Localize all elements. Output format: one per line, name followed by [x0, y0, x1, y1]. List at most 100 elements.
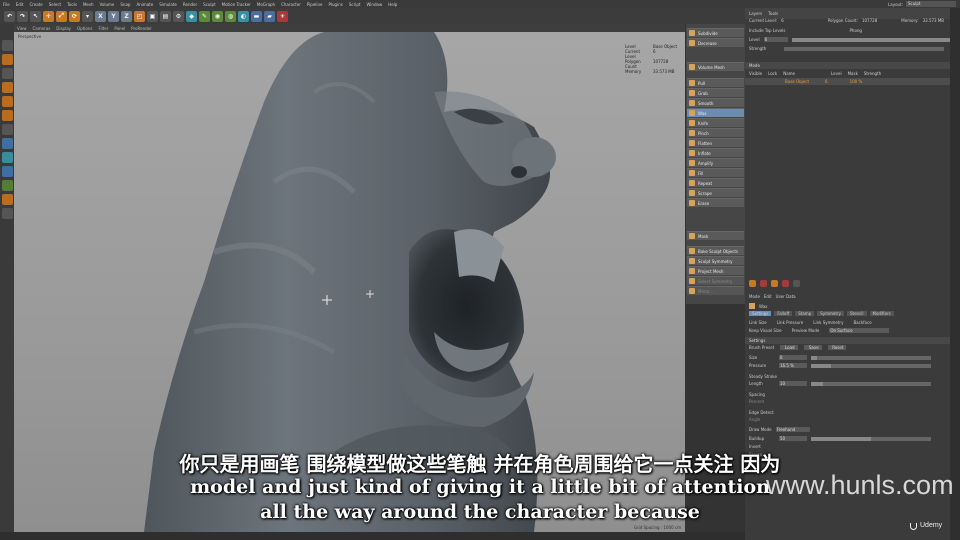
coordinate-system-icon[interactable]: ◰ [134, 10, 145, 22]
add-layer-icon[interactable] [749, 280, 756, 287]
polygons-mode-icon[interactable] [1, 110, 13, 121]
menu-edit[interactable]: Edit [13, 2, 27, 7]
subdivide-button[interactable]: Subdivide [687, 28, 744, 37]
vp-menu-display[interactable]: Display [53, 26, 74, 31]
menu-mograph[interactable]: MoGraph [254, 2, 278, 7]
select-symmetry-button[interactable]: Select Symmetry [687, 276, 744, 285]
vp-menu-filter[interactable]: Filter [95, 26, 111, 31]
sculpt-symmetry-button[interactable]: Sculpt Symmetry [687, 256, 744, 265]
level-slider[interactable] [791, 37, 952, 42]
menu-file[interactable]: File [0, 2, 13, 7]
layer-row-base-object[interactable]: Base Object 6 100 % [745, 78, 950, 85]
pressure-slider[interactable] [811, 363, 931, 368]
vp-menu-panel[interactable]: Panel [111, 26, 128, 31]
menu-plugins[interactable]: Plugins [326, 2, 346, 7]
mirror-button[interactable]: Mirror... [687, 286, 744, 295]
array-icon[interactable]: ◍ [225, 10, 236, 22]
draw-mode-dropdown[interactable]: Freehand [775, 427, 810, 432]
brush-wax[interactable]: Wax [687, 108, 744, 117]
brush-pinch[interactable]: Pinch [687, 128, 744, 137]
brush-erase[interactable]: Erase [687, 198, 744, 207]
brush-knife[interactable]: Knife [687, 118, 744, 127]
enable-axis-icon[interactable] [1, 124, 13, 135]
camera-icon[interactable]: ▰ [264, 10, 275, 22]
add-folder-icon[interactable] [760, 280, 767, 287]
y-axis-button[interactable]: Y [108, 10, 119, 22]
steady-stroke-checkbox[interactable]: Steady Stroke [749, 374, 777, 379]
live-selection-icon[interactable]: ↖ [30, 10, 41, 22]
mask-brush-button[interactable]: Mask [687, 231, 744, 240]
size-field[interactable]: 8 [779, 355, 807, 360]
menu-select[interactable]: Select [46, 2, 64, 7]
brush-fill[interactable]: Fill [687, 168, 744, 177]
edge-detect-checkbox[interactable]: Edge Detect [749, 410, 774, 415]
attr-menu-mode[interactable]: Mode [749, 294, 760, 299]
bend-deformer-icon[interactable]: ◐ [238, 10, 249, 22]
link-pressure-checkbox[interactable]: Link Pressure [777, 320, 804, 325]
load-preset-button[interactable]: Load [780, 345, 799, 350]
workplane-icon[interactable] [1, 180, 13, 191]
vp-menu-cameras[interactable]: Cameras [30, 26, 54, 31]
menu-create[interactable]: Create [26, 2, 45, 7]
attr-menu-edit[interactable]: Edit [764, 294, 772, 299]
vp-menu-prorender[interactable]: ProRender [128, 26, 155, 31]
brush-smooth[interactable]: Smooth [687, 98, 744, 107]
tab-settings[interactable]: Settings [749, 311, 772, 316]
menu-tools[interactable]: Tools [64, 2, 80, 7]
vp-menu-view[interactable]: View [14, 26, 30, 31]
edges-mode-icon[interactable] [1, 96, 13, 107]
menu-snap[interactable]: Snap [117, 2, 133, 7]
backface-checkbox[interactable]: Backface [853, 320, 871, 325]
brush-scrape[interactable]: Scrape [687, 188, 744, 197]
menu-volume[interactable]: Volume [96, 2, 117, 7]
texture-mode-icon[interactable] [1, 68, 13, 79]
model-mode-icon[interactable] [1, 54, 13, 65]
volume-mesh-button[interactable]: Volume Mesh [687, 62, 744, 71]
preview-mode-dropdown[interactable]: On Surface [829, 328, 890, 333]
bake-sculpt-objects-button[interactable]: Bake Sculpt Objects [687, 246, 744, 255]
save-preset-button[interactable]: Save [804, 345, 823, 350]
level-field[interactable]: 6 [763, 37, 788, 42]
tab-stamp[interactable]: Stamp [795, 311, 815, 316]
decrease-button[interactable]: Decrease [687, 38, 744, 47]
tweak-icon[interactable] [1, 138, 13, 149]
delete-layer-icon[interactable] [782, 280, 789, 287]
length-slider[interactable] [811, 381, 931, 386]
menu-character[interactable]: Character [278, 2, 304, 7]
tab-symmetry[interactable]: Symmetry [817, 311, 844, 316]
include-top-levels-checkbox[interactable]: Include Top Levels [749, 28, 786, 33]
tab-layers[interactable]: Layers [749, 11, 762, 16]
merge-layer-icon[interactable] [793, 280, 800, 287]
make-editable-icon[interactable] [1, 40, 13, 51]
menu-motion-tracker[interactable]: Motion Tracker [219, 2, 254, 7]
length-field[interactable]: 10 [779, 381, 807, 386]
menu-pipeline[interactable]: Pipeline [304, 2, 326, 7]
rotate-icon[interactable]: ⟳ [69, 10, 80, 22]
move-icon[interactable]: ✛ [43, 10, 54, 22]
redo-icon[interactable]: ↷ [17, 10, 28, 22]
cube-icon[interactable]: ◆ [186, 10, 197, 22]
reset-preset-button[interactable]: Reset [828, 345, 847, 350]
brush-pull[interactable]: Pull [687, 78, 744, 87]
render-settings-icon[interactable]: ⚙ [173, 10, 184, 22]
menu-sculpt[interactable]: Sculpt [200, 2, 219, 7]
menu-render[interactable]: Render [180, 2, 200, 7]
x-axis-button[interactable]: X [95, 10, 106, 22]
snapping-icon[interactable] [1, 166, 13, 177]
layout-dropdown[interactable]: Sculpt [906, 1, 956, 7]
locked-workplane-icon[interactable] [1, 194, 13, 205]
floor-icon[interactable]: ▬ [251, 10, 262, 22]
viewport-solo-icon[interactable] [1, 152, 13, 163]
tab-falloff[interactable]: Falloff [774, 311, 793, 316]
render-picture-icon[interactable]: ▤ [160, 10, 171, 22]
menu-simulate[interactable]: Simulate [156, 2, 180, 7]
brush-grab[interactable]: Grab [687, 88, 744, 97]
brush-repeat[interactable]: Repeat [687, 178, 744, 187]
menu-window[interactable]: Window [363, 2, 385, 7]
vp-menu-options[interactable]: Options [74, 26, 95, 31]
attr-menu-user-data[interactable]: User Data [776, 294, 796, 299]
render-view-icon[interactable]: ▣ [147, 10, 158, 22]
points-mode-icon[interactable] [1, 82, 13, 93]
menu-animate[interactable]: Animate [133, 2, 156, 7]
link-size-checkbox[interactable]: Link Size [749, 320, 767, 325]
